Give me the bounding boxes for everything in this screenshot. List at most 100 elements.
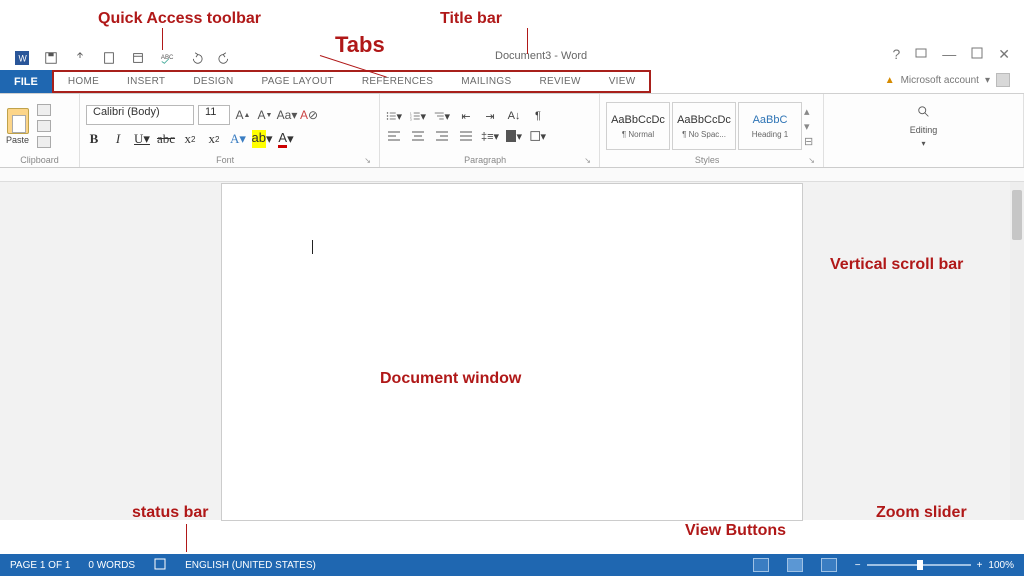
shrink-font-icon[interactable]: A▼ bbox=[256, 106, 274, 124]
editing-label: Editing bbox=[910, 125, 938, 135]
ribbon: Paste Clipboard Calibri (Body) 11 A▲ A▼ … bbox=[0, 94, 1024, 168]
editing-dropdown[interactable]: Editing ▾ bbox=[830, 98, 1017, 154]
styles-scroll-down-icon[interactable]: ▾ bbox=[804, 120, 813, 133]
status-page[interactable]: PAGE 1 OF 1 bbox=[10, 560, 70, 571]
tabs-row: FILE HOME INSERT DESIGN PAGE LAYOUT REFE… bbox=[0, 70, 1024, 94]
styles-launcher-icon[interactable]: ↘ bbox=[808, 156, 817, 165]
font-size-select[interactable]: 11 bbox=[198, 105, 230, 125]
styles-scroll-up-icon[interactable]: ▴ bbox=[804, 105, 813, 118]
align-left-icon[interactable] bbox=[386, 129, 402, 143]
account-area[interactable]: ▲ Microsoft account ▾ bbox=[885, 73, 1010, 87]
undo-icon[interactable] bbox=[188, 50, 204, 66]
font-launcher-icon[interactable]: ↘ bbox=[364, 156, 373, 165]
tab-references[interactable]: REFERENCES bbox=[348, 72, 447, 91]
document-page[interactable] bbox=[222, 184, 802, 520]
tab-design[interactable]: DESIGN bbox=[179, 72, 247, 91]
underline-button[interactable]: U▾ bbox=[134, 131, 150, 147]
zoom-in-icon[interactable]: + bbox=[977, 560, 983, 571]
avatar-icon bbox=[996, 73, 1010, 87]
paste-button[interactable]: Paste bbox=[6, 108, 29, 145]
maximize-icon[interactable] bbox=[970, 46, 984, 63]
zoom-value[interactable]: 100% bbox=[988, 560, 1014, 571]
view-read-mode-icon[interactable] bbox=[753, 558, 769, 572]
justify-icon[interactable] bbox=[458, 129, 474, 143]
text-effects-icon[interactable]: A▾ bbox=[230, 131, 246, 147]
document-area bbox=[0, 182, 1024, 520]
italic-button[interactable]: I bbox=[110, 131, 126, 147]
zoom-slider-thumb[interactable] bbox=[917, 560, 923, 570]
ruler[interactable] bbox=[0, 168, 1024, 182]
tab-review[interactable]: REVIEW bbox=[525, 72, 594, 91]
view-print-layout-icon[interactable] bbox=[787, 558, 803, 572]
bold-button[interactable]: B bbox=[86, 131, 102, 147]
close-icon[interactable]: ✕ bbox=[998, 46, 1010, 63]
group-paragraph-label: Paragraph bbox=[386, 154, 584, 165]
ribbon-display-icon[interactable] bbox=[914, 46, 928, 63]
text-cursor bbox=[312, 240, 313, 254]
paste-label: Paste bbox=[6, 135, 29, 145]
save-icon[interactable] bbox=[43, 50, 59, 66]
increase-indent-icon[interactable]: ⇥ bbox=[482, 109, 498, 123]
svg-text:3: 3 bbox=[410, 117, 412, 121]
touch-toggle-icon[interactable] bbox=[72, 50, 88, 66]
font-color-icon[interactable]: A▾ bbox=[278, 131, 294, 147]
styles-more-icon[interactable]: ⊟ bbox=[804, 135, 813, 148]
minimize-icon[interactable]: — bbox=[942, 46, 956, 63]
tab-insert[interactable]: INSERT bbox=[113, 72, 179, 91]
open-icon[interactable] bbox=[130, 50, 146, 66]
sort-icon[interactable]: A↓ bbox=[506, 109, 522, 123]
superscript-button[interactable]: x2 bbox=[206, 131, 222, 147]
quick-access-toolbar: W ABC Document3 - Word ? — ✕ bbox=[0, 44, 1024, 70]
clear-formatting-icon[interactable]: A⊘ bbox=[300, 106, 318, 124]
scrollbar-thumb[interactable] bbox=[1012, 190, 1022, 240]
line-spacing-icon[interactable]: ‡≡▾ bbox=[482, 129, 498, 143]
align-right-icon[interactable] bbox=[434, 129, 450, 143]
status-language[interactable]: ENGLISH (UNITED STATES) bbox=[185, 560, 316, 571]
new-doc-icon[interactable] bbox=[101, 50, 117, 66]
word-icon: W bbox=[14, 50, 30, 66]
decrease-indent-icon[interactable]: ⇤ bbox=[458, 109, 474, 123]
shading-icon[interactable]: ▾ bbox=[506, 129, 522, 143]
account-label: Microsoft account bbox=[901, 75, 979, 86]
copy-icon[interactable] bbox=[37, 120, 51, 132]
style-normal[interactable]: AaBbCcDc¶ Normal bbox=[606, 102, 670, 150]
grow-font-icon[interactable]: A▲ bbox=[234, 106, 252, 124]
status-words[interactable]: 0 WORDS bbox=[88, 560, 135, 571]
vertical-scrollbar[interactable] bbox=[1010, 182, 1024, 520]
status-proofing-icon[interactable] bbox=[153, 557, 167, 574]
subscript-button[interactable]: x2 bbox=[182, 131, 198, 147]
view-web-layout-icon[interactable] bbox=[821, 558, 837, 572]
style-heading-1[interactable]: AaBbCHeading 1 bbox=[738, 102, 802, 150]
multilevel-list-icon[interactable]: ▾ bbox=[434, 109, 450, 123]
group-font-label: Font bbox=[86, 154, 364, 165]
help-icon[interactable]: ? bbox=[892, 46, 900, 63]
borders-icon[interactable]: ▾ bbox=[530, 129, 546, 143]
change-case-icon[interactable]: Aa▾ bbox=[278, 106, 296, 124]
cut-icon[interactable] bbox=[37, 104, 51, 116]
spellcheck-icon[interactable]: ABC bbox=[159, 50, 175, 66]
group-clipboard-label: Clipboard bbox=[6, 154, 73, 165]
anno-viewbtns: View Buttons bbox=[685, 522, 786, 540]
bullets-icon[interactable]: ▾ bbox=[386, 109, 402, 123]
zoom-slider-track[interactable] bbox=[867, 564, 971, 566]
font-name-select[interactable]: Calibri (Body) bbox=[86, 105, 194, 125]
tab-mailings[interactable]: MAILINGS bbox=[447, 72, 525, 91]
numbering-icon[interactable]: 123▾ bbox=[410, 109, 426, 123]
paragraph-launcher-icon[interactable]: ↘ bbox=[584, 156, 593, 165]
zoom-control: − + 100% bbox=[855, 560, 1014, 571]
zoom-out-icon[interactable]: − bbox=[855, 560, 861, 571]
tab-page-layout[interactable]: PAGE LAYOUT bbox=[247, 72, 347, 91]
find-icon bbox=[917, 105, 931, 121]
redo-icon[interactable] bbox=[217, 50, 233, 66]
tabs-highlight-box: HOME INSERT DESIGN PAGE LAYOUT REFERENCE… bbox=[52, 70, 652, 93]
status-bar: PAGE 1 OF 1 0 WORDS ENGLISH (UNITED STAT… bbox=[0, 554, 1024, 576]
show-marks-icon[interactable]: ¶ bbox=[530, 109, 546, 123]
align-center-icon[interactable] bbox=[410, 129, 426, 143]
style-no-spacing[interactable]: AaBbCcDc¶ No Spac... bbox=[672, 102, 736, 150]
strikethrough-button[interactable]: abc bbox=[158, 131, 174, 147]
tab-file[interactable]: FILE bbox=[0, 70, 52, 93]
highlight-icon[interactable]: ab▾ bbox=[254, 131, 270, 147]
format-painter-icon[interactable] bbox=[37, 136, 51, 148]
tab-home[interactable]: HOME bbox=[54, 72, 113, 91]
tab-view[interactable]: VIEW bbox=[595, 72, 650, 91]
